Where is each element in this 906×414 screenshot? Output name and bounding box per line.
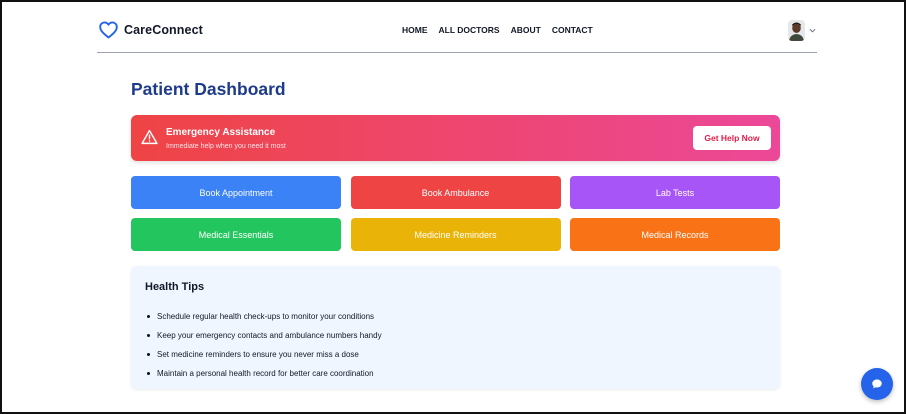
list-item: Keep your emergency contacts and ambulan…	[147, 326, 382, 345]
avatar[interactable]	[788, 20, 805, 41]
list-item: Maintain a personal health record for be…	[147, 364, 382, 383]
nav-about[interactable]: ABOUT	[511, 25, 541, 35]
main-nav: HOME ALL DOCTORS ABOUT CONTACT	[402, 25, 593, 35]
medical-essentials-button[interactable]: Medical Essentials	[131, 218, 341, 251]
nav-all-doctors[interactable]: ALL DOCTORS	[439, 25, 500, 35]
list-item: Schedule regular health check-ups to mon…	[147, 307, 382, 326]
brand-name: CareConnect	[124, 23, 203, 37]
emergency-title: Emergency Assistance	[166, 127, 276, 138]
list-item: Set medicine reminders to ensure you nev…	[147, 345, 382, 364]
chat-button[interactable]	[861, 368, 893, 400]
page-title: Patient Dashboard	[131, 79, 286, 99]
chat-bubble-icon	[872, 379, 882, 389]
top-navbar: CareConnect HOME ALL DOCTORS ABOUT CONTA…	[97, 10, 817, 53]
medical-records-button[interactable]: Medical Records	[570, 218, 780, 251]
emergency-subtitle: Immediate help when you need it most	[166, 143, 286, 150]
bullet-icon	[147, 353, 150, 356]
book-ambulance-button[interactable]: Book Ambulance	[350, 176, 561, 209]
bullet-icon	[147, 372, 150, 375]
app-frame: CareConnect HOME ALL DOCTORS ABOUT CONTA…	[0, 0, 906, 414]
lab-tests-button[interactable]: Lab Tests	[570, 176, 780, 209]
bullet-icon	[147, 315, 150, 318]
bullet-icon	[147, 334, 150, 337]
emergency-banner: Emergency Assistance Immediate help when…	[131, 115, 780, 161]
heart-icon	[99, 21, 118, 39]
health-tips-title: Health Tips	[145, 281, 205, 293]
book-appointment-button[interactable]: Book Appointment	[131, 176, 341, 209]
chevron-down-icon[interactable]	[809, 28, 816, 33]
nav-contact[interactable]: CONTACT	[552, 25, 593, 35]
medicine-reminders-button[interactable]: Medicine Reminders	[350, 218, 561, 251]
quick-actions-grid: Book Appointment Book Ambulance Lab Test…	[131, 176, 780, 251]
nav-home[interactable]: HOME	[402, 25, 428, 35]
warning-triangle-icon	[141, 129, 158, 145]
brand-logo[interactable]: CareConnect	[99, 21, 203, 39]
get-help-now-button[interactable]: Get Help Now	[693, 126, 771, 150]
health-tips-list: Schedule regular health check-ups to mon…	[147, 307, 382, 383]
profile-menu[interactable]	[788, 20, 816, 41]
health-tips-card: Health Tips Schedule regular health chec…	[131, 266, 780, 389]
